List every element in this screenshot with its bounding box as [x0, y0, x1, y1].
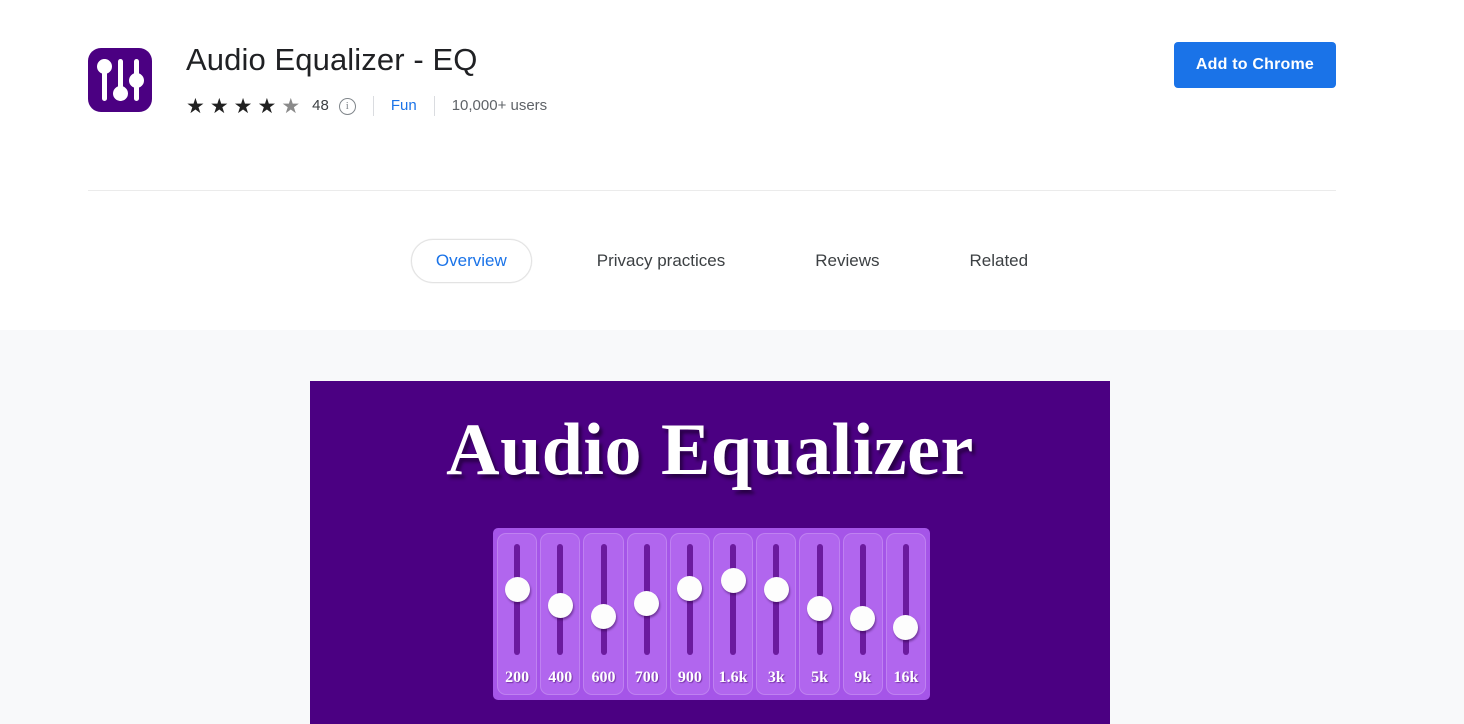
eq-rail [600, 544, 607, 655]
star-filled-2: ★ [209, 94, 230, 118]
eq-band-label: 200 [505, 669, 530, 686]
eq-band-label: 16k [893, 669, 919, 686]
content-area: Audio Equalizer 200 400 600 700 900 1.6k 3k 5k 9… [0, 330, 1464, 724]
eq-band[interactable]: 200 [497, 533, 538, 695]
eq-rail [730, 544, 737, 655]
eq-band[interactable]: 400 [540, 533, 581, 695]
eq-band-label: 900 [677, 669, 702, 686]
eq-band-label: 1.6k [718, 669, 748, 686]
eq-knob[interactable] [591, 604, 616, 630]
eq-band[interactable]: 3k [756, 533, 797, 695]
tab-related[interactable]: Related [944, 239, 1053, 283]
eq-band[interactable]: 600 [583, 533, 624, 695]
users-count: 10,000+ users [451, 97, 548, 114]
info-icon[interactable]: i [338, 97, 356, 115]
eq-knob[interactable] [634, 590, 660, 616]
meta-divider-2 [433, 96, 435, 116]
eq-knob[interactable] [850, 606, 876, 632]
eq-knob[interactable] [547, 592, 573, 618]
meta-divider-1 [372, 96, 374, 116]
equalizer-sliders-icon [88, 48, 152, 112]
promo-banner[interactable]: Audio Equalizer 200 400 600 700 900 1.6k 3k 5k 9… [310, 381, 1110, 724]
eq-band-label: 3k [767, 669, 785, 686]
eq-band[interactable]: 5k [799, 533, 840, 695]
tab-privacy-practices[interactable]: Privacy practices [572, 239, 750, 283]
page-title: Audio Equalizer - EQ [186, 42, 478, 77]
eq-band[interactable]: 900 [669, 533, 711, 695]
header-divider [88, 190, 1336, 191]
eq-rail [859, 544, 866, 655]
star-filled-1: ★ [186, 94, 206, 118]
eq-band-label: 9k [854, 669, 872, 686]
star-filled-4: ★ [257, 94, 278, 118]
meta-row: ★ ★ ★ ★ ★ 48 i Fun 10,000+ users [186, 94, 1174, 118]
eq-band-label: 5k [811, 669, 828, 686]
tab-overview[interactable]: Overview [410, 239, 532, 283]
equalizer-graphic: 200 400 600 700 900 1.6k 3k 5k 9k 16k [493, 528, 930, 700]
title-block: Audio Equalizer - EQ ★ ★ ★ ★ ★ 48 i Fun [186, 36, 1174, 118]
eq-knob[interactable] [720, 568, 746, 594]
page-header: Audio Equalizer - EQ ★ ★ ★ ★ ★ 48 i Fun [0, 0, 1464, 330]
tab-bar: Overview Privacy practices Reviews Relat… [0, 239, 1464, 283]
eq-band-label: 400 [548, 669, 573, 686]
eq-band[interactable]: 700 [626, 533, 667, 695]
tab-reviews[interactable]: Reviews [790, 239, 904, 283]
eq-band[interactable]: 9k [842, 533, 883, 695]
rating-stars[interactable]: ★ ★ ★ ★ ★ [186, 96, 305, 117]
eq-band-label: 700 [634, 669, 659, 686]
star-filled-3: ★ [233, 94, 254, 118]
rating-count: 48 [312, 97, 329, 114]
star-empty-5: ★ [281, 94, 302, 118]
eq-knob[interactable] [807, 596, 833, 622]
header-content: Audio Equalizer - EQ ★ ★ ★ ★ ★ 48 i Fun [88, 36, 1336, 118]
eq-knob[interactable] [893, 614, 919, 640]
extension-detail-page: Audio Equalizer - EQ ★ ★ ★ ★ ★ 48 i Fun [0, 0, 1464, 724]
eq-knob[interactable] [504, 576, 530, 602]
eq-band[interactable]: 1.6k [713, 533, 754, 695]
eq-knob[interactable] [763, 576, 789, 602]
eq-knob[interactable] [677, 576, 703, 601]
eq-band-label: 600 [591, 669, 616, 686]
add-to-chrome-button[interactable]: Add to Chrome [1173, 42, 1336, 88]
category-link[interactable]: Fun [391, 96, 417, 116]
eq-band[interactable]: 16k [885, 533, 927, 695]
banner-title: Audio Equalizer [446, 409, 974, 491]
